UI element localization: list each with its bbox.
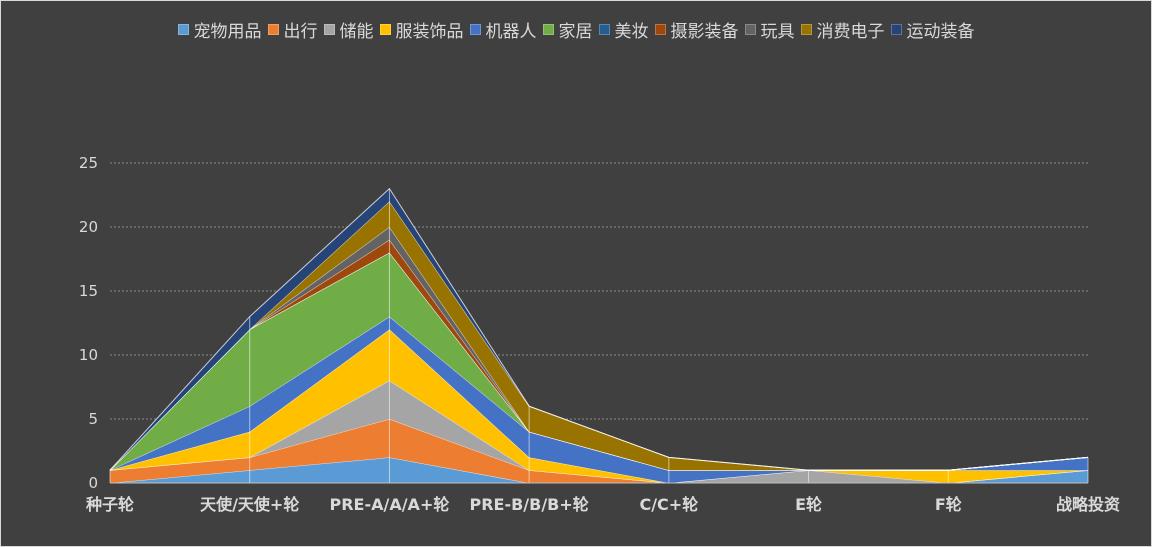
y-tick-label: 5 [88, 410, 98, 428]
x-tick-label: 战略投资 [1056, 495, 1120, 514]
x-tick-label: 种子轮 [85, 495, 134, 514]
y-tick-label: 20 [79, 218, 98, 236]
x-tick-label: PRE-B/B/B+轮 [469, 495, 588, 514]
y-tick-label: 15 [79, 282, 98, 300]
x-tick-label: 天使/天使+轮 [200, 495, 299, 514]
x-tick-label: F轮 [935, 495, 962, 514]
y-tick-label: 25 [79, 154, 98, 172]
x-tick-label: E轮 [795, 495, 822, 514]
plot-area: 0 5 10 15 20 25 种子轮 天使/天使+轮 PRE-A/A/A+轮 PRE-B/B/B… [79, 154, 1120, 514]
x-tick-label: PRE-A/A/A+轮 [329, 495, 449, 514]
y-tick-label: 10 [79, 346, 98, 364]
y-tick-label: 0 [88, 474, 98, 492]
x-tick-label: C/C+轮 [639, 495, 698, 514]
